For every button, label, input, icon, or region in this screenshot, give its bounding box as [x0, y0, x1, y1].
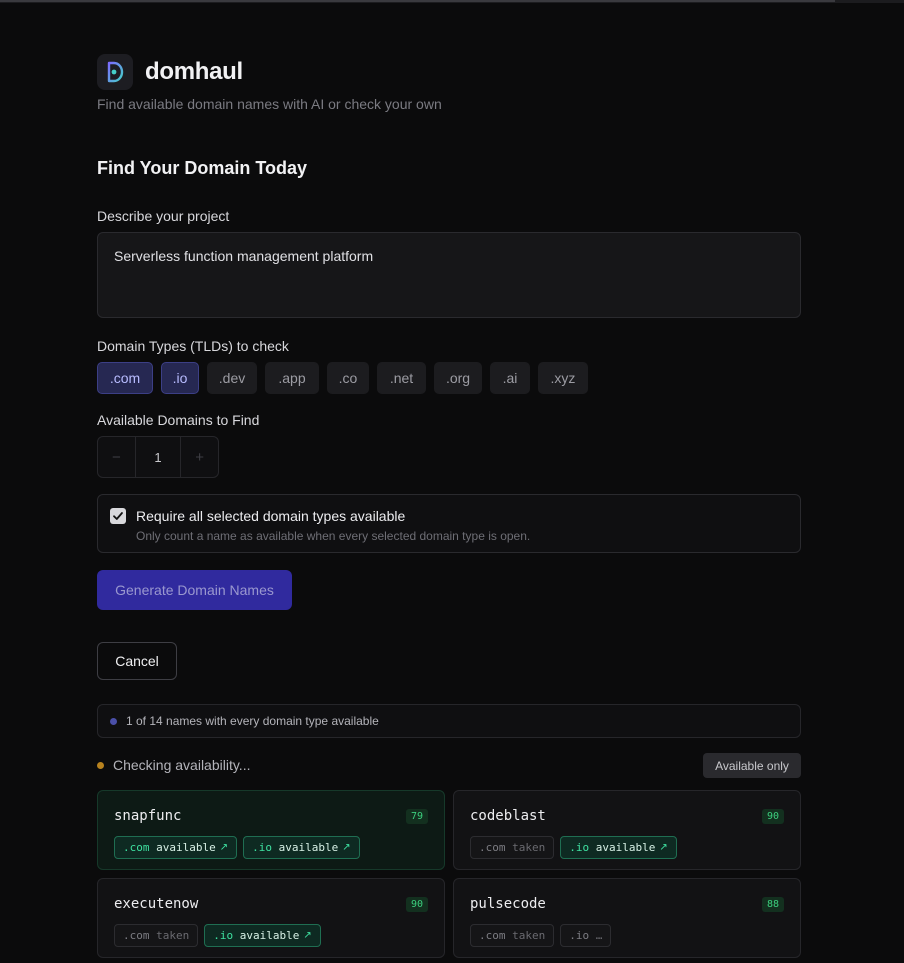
require-all-title[interactable]: Require all selected domain types availa… — [136, 508, 405, 524]
cancel-button[interactable]: Cancel — [97, 642, 177, 680]
tld-label: Domain Types (TLDs) to check — [97, 338, 289, 354]
project-description-input[interactable]: Serverless function management platform — [97, 232, 801, 318]
tld-xyz[interactable]: .xyz — [538, 362, 588, 394]
tld-status-chip[interactable]: .io available ↗ — [560, 836, 677, 859]
tld-net[interactable]: .net — [377, 362, 426, 394]
require-all-option: Require all selected domain types availa… — [97, 494, 801, 553]
domain-score-badge: 90 — [405, 897, 428, 912]
external-link-icon: ↗ — [219, 842, 229, 853]
tld-status-chip: .com taken — [114, 924, 199, 947]
tld-selector: .com .io .dev .app .co .net .org .ai .xy… — [97, 362, 588, 394]
count-value[interactable]: 1 — [134, 437, 182, 477]
domain-card[interactable]: pulsecode 88 .com taken .io … — [453, 878, 801, 958]
tld-status-chip[interactable]: .com available ↗ — [114, 836, 238, 859]
external-link-icon: ↗ — [342, 842, 351, 853]
domain-name: snapfunc — [114, 808, 182, 824]
count-stepper: − 1 + — [97, 436, 219, 478]
domain-score-badge: 90 — [761, 809, 784, 824]
checking-status: Checking availability... — [97, 757, 250, 773]
checking-text: Checking availability... — [113, 757, 251, 773]
summary-text: 1 of 14 names with every domain type ava… — [126, 714, 379, 728]
domain-score-badge: 79 — [405, 809, 428, 824]
domain-name: pulsecode — [470, 896, 546, 912]
tld-ai[interactable]: .ai — [490, 362, 530, 394]
tld-io[interactable]: .io — [161, 362, 199, 394]
project-label: Describe your project — [97, 208, 230, 224]
domain-score-badge: 88 — [761, 897, 784, 912]
results-summary: 1 of 14 names with every domain type ava… — [97, 704, 801, 738]
tld-status-chip: .io … — [560, 924, 612, 947]
summary-dot-icon — [110, 717, 117, 725]
require-all-checkbox[interactable] — [110, 508, 126, 524]
tld-app[interactable]: .app — [265, 362, 319, 394]
section-title: Find Your Domain Today — [97, 158, 308, 178]
require-all-description: Only count a name as available when ever… — [136, 529, 531, 543]
checking-dot-icon — [97, 761, 104, 769]
tld-com[interactable]: .com — [97, 362, 153, 394]
increment-button[interactable]: + — [181, 437, 218, 477]
tld-dev[interactable]: .dev — [207, 362, 257, 394]
external-link-icon: ↗ — [659, 842, 668, 853]
top-progress-track — [0, 0, 835, 2]
app-name: domhaul — [145, 58, 243, 85]
domain-name: executenow — [114, 896, 199, 912]
generate-button[interactable]: Generate Domain Names — [97, 570, 292, 610]
tld-status-chip: .com taken — [470, 836, 555, 859]
domain-card[interactable]: codeblast 90 .com taken .io available ↗ — [453, 790, 801, 870]
domain-name: codeblast — [470, 808, 546, 824]
domain-card[interactable]: executenow 90 .com taken .io available ↗ — [97, 878, 445, 958]
decrement-button[interactable]: − — [98, 437, 135, 477]
logo-d-icon — [97, 54, 133, 90]
tld-org[interactable]: .org — [434, 362, 482, 394]
app-tagline: Find available domain names with AI or c… — [97, 96, 442, 112]
tld-status-chip[interactable]: .io available ↗ — [243, 836, 360, 859]
tld-status-chip[interactable]: .io available ↗ — [204, 924, 321, 947]
external-link-icon: ↗ — [303, 930, 312, 941]
tld-co[interactable]: .co — [327, 362, 369, 394]
check-icon — [113, 512, 123, 520]
available-only-toggle[interactable]: Available only — [703, 753, 801, 778]
brand-header: domhaul — [97, 54, 243, 90]
domain-card[interactable]: snapfunc 79 .com available ↗ .io availabl… — [97, 790, 445, 870]
tld-status-chip: .com taken — [470, 924, 555, 947]
top-progress-bar — [0, 0, 904, 3]
count-label: Available Domains to Find — [97, 412, 260, 428]
